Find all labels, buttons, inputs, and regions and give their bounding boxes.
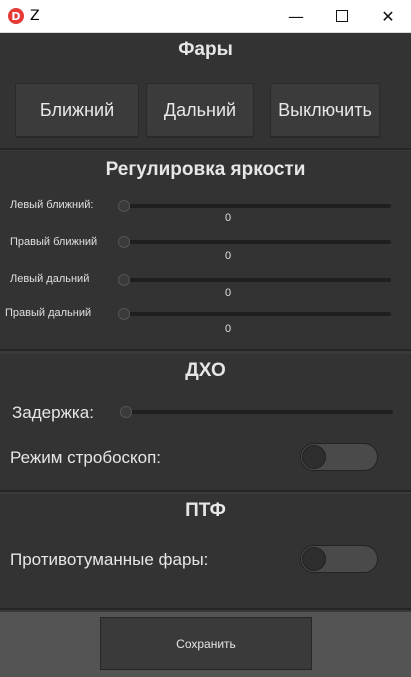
- right-high-slider[interactable]: [120, 312, 391, 316]
- fog-lights-toggle[interactable]: [300, 545, 378, 573]
- high-beam-button[interactable]: Дальний: [146, 83, 254, 137]
- close-icon[interactable]: ✕: [365, 0, 411, 32]
- fog-title: ПТФ: [185, 500, 226, 521]
- minimize-icon[interactable]: —: [273, 0, 319, 32]
- strobe-toggle[interactable]: [300, 443, 378, 471]
- right-low-slider[interactable]: [120, 240, 391, 244]
- right-low-label: Правый ближний: [10, 236, 98, 248]
- fog-panel: ПТФ Противотуманные фары:: [0, 494, 411, 610]
- headlights-panel: Фары Ближний Дальний Выключить: [0, 33, 411, 150]
- maximize-icon[interactable]: [319, 0, 365, 32]
- window-titlebar: D Z — ✕: [0, 0, 411, 33]
- left-low-value: 0: [224, 212, 232, 224]
- fog-toggle-knob: [302, 547, 326, 571]
- drl-panel: ДХО Задержка: Режим стробоскоп:: [0, 354, 411, 492]
- brightness-title: Регулировка яркости: [105, 159, 306, 180]
- window-title: Z: [30, 8, 40, 24]
- footer-bar: Сохранить: [0, 612, 411, 677]
- delay-slider[interactable]: [122, 410, 393, 414]
- right-high-value: 0: [224, 323, 232, 335]
- delay-slider-handle[interactable]: [120, 406, 132, 418]
- right-low-value: 0: [224, 250, 232, 262]
- headlights-title: Фары: [178, 39, 233, 60]
- right-low-slider-handle[interactable]: [118, 236, 130, 248]
- left-low-label: Левый ближний:: [10, 199, 94, 211]
- fog-lights-label: Противотуманные фары:: [10, 550, 209, 569]
- delay-label: Задержка:: [12, 403, 94, 422]
- left-low-slider-handle[interactable]: [118, 200, 130, 212]
- strobe-toggle-knob: [302, 445, 326, 469]
- lights-off-button[interactable]: Выключить: [270, 83, 380, 137]
- right-high-slider-handle[interactable]: [118, 308, 130, 320]
- left-high-slider[interactable]: [120, 278, 391, 282]
- left-high-slider-handle[interactable]: [118, 274, 130, 286]
- low-beam-button[interactable]: Ближний: [15, 83, 139, 137]
- save-button[interactable]: Сохранить: [100, 617, 312, 670]
- left-low-slider[interactable]: [120, 204, 391, 208]
- left-high-label: Левый дальний: [10, 273, 90, 285]
- brightness-panel: Регулировка яркости Левый ближний: 0 Пра…: [0, 151, 411, 351]
- strobe-label: Режим стробоскоп:: [10, 448, 162, 467]
- right-high-label: Правый дальний: [5, 307, 92, 319]
- left-high-value: 0: [224, 287, 232, 299]
- drl-title: ДХО: [185, 360, 226, 381]
- app-icon: D: [8, 8, 24, 24]
